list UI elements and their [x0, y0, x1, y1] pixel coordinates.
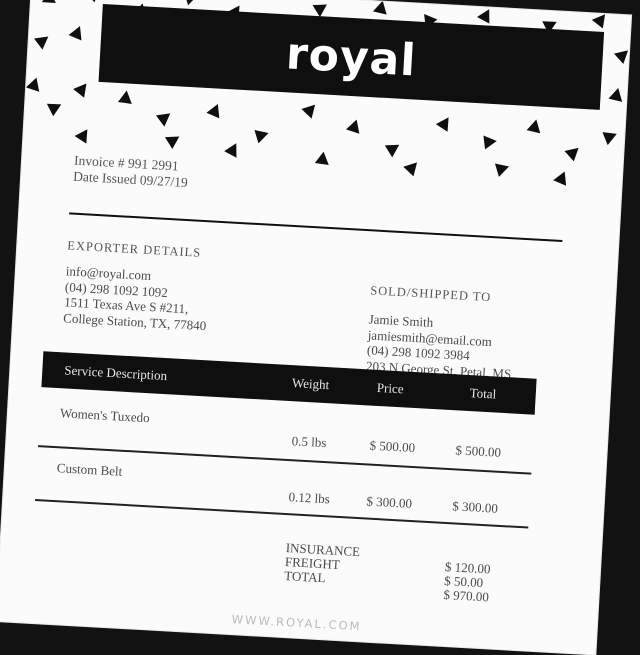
confetti-triangle [314, 151, 329, 166]
confetti-triangle [41, 0, 56, 3]
confetti-triangle [346, 119, 360, 134]
total-value: $ 970.00 [443, 586, 490, 605]
exporter-title: EXPORTER DETAILS [66, 238, 202, 260]
confetti-triangle [73, 83, 87, 98]
row-price: $ 300.00 [366, 493, 413, 512]
row-description: Women's Tuxedo [59, 405, 151, 426]
confetti-triangle [553, 171, 567, 186]
confetti-triangle [224, 143, 237, 158]
confetti-triangle [206, 103, 220, 119]
row-weight: 0.5 lbs [291, 433, 327, 451]
confetti-triangle [254, 129, 269, 144]
confetti-triangle [435, 117, 449, 132]
row-price: $ 500.00 [369, 437, 416, 456]
invoice-meta: Invoice # 991 2991 Date Issued 09/27/19 [73, 153, 189, 191]
header-weight: Weight [291, 375, 330, 393]
confetti-triangle [46, 103, 62, 117]
confetti-triangle [25, 77, 40, 92]
header-divider [69, 212, 563, 243]
confetti-triangle [494, 163, 510, 177]
confetti-triangle [591, 14, 606, 29]
header-total: Total [469, 385, 497, 402]
summary-labels: INSURANCE FREIGHT TOTAL [283, 540, 361, 587]
confetti-triangle [164, 136, 180, 150]
confetti-triangle [602, 132, 617, 146]
row-total: $ 300.00 [451, 498, 499, 516]
confetti-triangle [403, 162, 418, 177]
confetti-triangle [301, 104, 316, 119]
confetti-triangle [117, 90, 132, 104]
confetti-triangle [184, 0, 199, 6]
confetti-triangle [34, 36, 49, 50]
confetti-triangle [68, 26, 82, 41]
header-description: Service Description [63, 362, 168, 384]
invoice-sheet: royal Invoice # 991 2991 Date Issued 09/… [0, 0, 632, 655]
website-footer: WWW.ROYAL.COM [231, 612, 362, 634]
confetti-triangle [155, 113, 171, 127]
row-weight: 0.12 lbs [288, 489, 331, 507]
summary-values: $ 120.00 $ 50.00 $ 970.00 [443, 559, 491, 605]
confetti-triangle [373, 0, 387, 15]
confetti-triangle [564, 147, 579, 162]
brand-logo: royal [284, 27, 418, 87]
header-price: Price [376, 379, 405, 397]
confetti-triangle [614, 50, 629, 65]
row-description: Custom Belt [56, 460, 123, 479]
confetti-triangle [526, 119, 541, 134]
confetti-triangle [312, 4, 327, 18]
confetti-triangle [483, 135, 497, 150]
confetti-triangle [608, 87, 623, 102]
buyer-title: SOLD/SHIPPED TO [369, 283, 492, 305]
row-total: $ 500.00 [455, 442, 502, 460]
confetti-triangle [74, 129, 88, 144]
confetti-triangle [477, 9, 490, 24]
confetti-triangle [384, 144, 400, 158]
exporter-details: info@royal.com (04) 298 1092 1092 1511 T… [63, 263, 209, 333]
confetti-triangle [84, 0, 99, 3]
total-label: TOTAL [283, 568, 326, 586]
